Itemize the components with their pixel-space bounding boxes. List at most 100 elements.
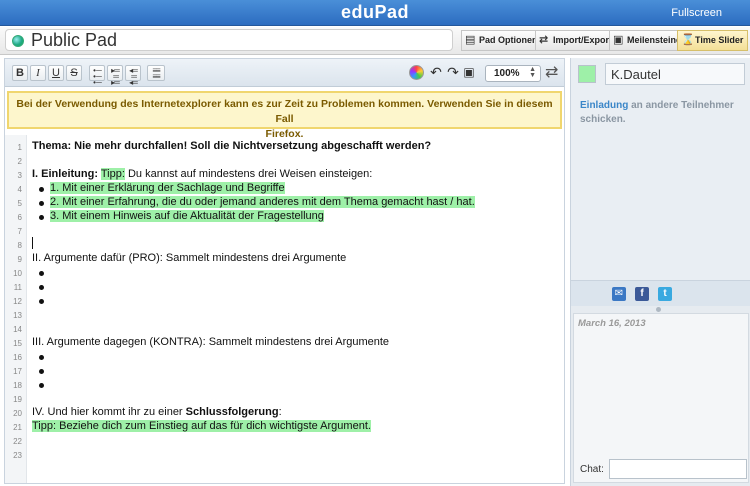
- line-number: 23: [13, 451, 22, 460]
- conclusion-tip: Tipp: Beziehe dich zum Einstieg auf das …: [32, 420, 371, 432]
- line-number: 3: [17, 171, 22, 180]
- pad-options-button[interactable]: ▤ Pad Optionen: [461, 30, 543, 51]
- zoom-select[interactable]: 100% ▲ ▼: [485, 65, 541, 82]
- time-slider-icon: ⌛: [681, 34, 695, 46]
- line-number: 7: [17, 227, 22, 236]
- line-number: 16: [13, 353, 22, 362]
- line-number: 11: [13, 283, 22, 292]
- italic-button[interactable]: I: [30, 65, 46, 81]
- conclusion-keyword: Schlussfolgerung: [185, 406, 279, 418]
- resize-handle[interactable]: [656, 307, 661, 312]
- conclusion-intro: IV. Und hier kommt ihr zu einer: [32, 406, 183, 418]
- list-item[interactable]: [32, 350, 50, 364]
- pad-options-label: Pad Optionen: [479, 35, 538, 45]
- line-number: 6: [17, 213, 22, 222]
- chat-panel: March 16, 2013 Chat:: [573, 313, 749, 483]
- bullet-icon: [39, 201, 44, 206]
- tip-highlight: Tipp:: [100, 168, 125, 180]
- chat-input[interactable]: [609, 459, 747, 479]
- line-number: 1: [17, 143, 22, 152]
- bullet-list-icon[interactable]: • ─ • ─ • ─: [89, 65, 105, 87]
- text-caret: [32, 237, 33, 249]
- strikethrough-button[interactable]: S: [66, 65, 82, 81]
- line-number: 15: [13, 339, 22, 348]
- bullet-icon: [39, 299, 44, 304]
- redo-icon[interactable]: ↷: [445, 65, 461, 81]
- line-number-gutter: 1 2 3 4 5 6 7 8 9 10 11 12 13 14 15 16 17 18 19 20 21 22 23: [5, 135, 27, 483]
- editor-line-15[interactable]: III. Argumente dagegen (KONTRA): Sammelt…: [32, 336, 389, 350]
- invite-link[interactable]: Einladung: [580, 100, 628, 111]
- editor-line-9[interactable]: II. Argumente dafür (PRO): Sammelt minde…: [32, 252, 346, 266]
- color-wheel-icon[interactable]: [409, 65, 424, 80]
- bullet-icon: [39, 369, 44, 374]
- list-item[interactable]: 2. Mit einer Erfahrung, die du oder jema…: [32, 196, 475, 210]
- line-number: 21: [13, 423, 22, 432]
- milestones-label: Meilensteine: [627, 35, 682, 45]
- line-number: 4: [17, 185, 22, 194]
- invite-text: Einladung an andere Teilnehmer schicken.: [580, 99, 745, 127]
- line-number: 5: [17, 199, 22, 208]
- list-item-text: 3. Mit einem Hinweis auf die Aktualität …: [50, 210, 324, 222]
- import-export-icon: ⇄: [539, 34, 549, 46]
- list-item[interactable]: 1. Mit einer Erklärung der Sachlage und …: [32, 182, 285, 196]
- chat-label: Chat:: [580, 464, 604, 475]
- save-icon: ▣: [613, 34, 624, 46]
- line-number: 12: [13, 297, 22, 306]
- username-field[interactable]: K.Dautel: [605, 63, 745, 85]
- time-slider-button[interactable]: ⌛ Time Slider: [677, 30, 749, 51]
- editor-content[interactable]: Thema: Nie mehr durchfallen! Soll die Ni…: [32, 135, 564, 483]
- list-item[interactable]: [32, 294, 50, 308]
- line-number: 14: [13, 325, 22, 334]
- email-icon[interactable]: ✉: [612, 287, 626, 301]
- bullet-icon: [39, 215, 44, 220]
- user-color-swatch[interactable]: [578, 65, 596, 83]
- time-slider-label: Time Slider: [695, 35, 744, 45]
- zoom-value: 100%: [494, 68, 520, 79]
- user-panel: K.Dautel Einladung an andere Teilnehmer …: [571, 58, 750, 280]
- bullet-icon: [39, 271, 44, 276]
- list-item[interactable]: [32, 364, 50, 378]
- fullscreen-link[interactable]: Fullscreen: [671, 7, 722, 19]
- line-number: 2: [17, 157, 22, 166]
- editor-line-1[interactable]: Thema: Nie mehr durchfallen! Soll die Ni…: [32, 140, 431, 154]
- format-toolbar: B I U S • ─ • ─ • ─ ▸═ ═ ▸═ ◂═ ═ ◂═ ≡≡ ≡≡ ↶ ↷…: [5, 59, 564, 87]
- list-item[interactable]: [32, 280, 50, 294]
- editor-line-20[interactable]: IV. Und hier kommt ihr zu einer Schlussf…: [32, 406, 282, 420]
- line-number: 17: [13, 367, 22, 376]
- underline-button[interactable]: U: [48, 65, 64, 81]
- save-icon[interactable]: ▣: [461, 65, 477, 81]
- editor-line-21[interactable]: Tipp: Beziehe dich zum Einstieg auf das …: [32, 420, 371, 434]
- pad-title-field: Public Pad: [5, 29, 453, 51]
- editor-panel: B I U S • ─ • ─ • ─ ▸═ ═ ▸═ ◂═ ═ ◂═ ≡≡ ≡≡ ↶ ↷…: [4, 58, 565, 484]
- readonly-icon[interactable]: ≡≡ ≡≡: [147, 65, 165, 81]
- twitter-icon[interactable]: t: [658, 287, 672, 301]
- bold-button[interactable]: B: [12, 65, 28, 81]
- list-item[interactable]: [32, 378, 50, 392]
- editor-line-3[interactable]: I. Einleitung: Tipp: Du kannst auf minde…: [32, 168, 372, 182]
- document-icon: ▤: [465, 34, 476, 46]
- outdent-icon[interactable]: ◂═ ═ ◂═: [125, 65, 141, 87]
- line-number: 20: [13, 409, 22, 418]
- list-item[interactable]: 3. Mit einem Hinweis auf die Aktualität …: [32, 210, 324, 224]
- share-bar: ✉ f t: [571, 280, 750, 306]
- indent-icon[interactable]: ▸═ ═ ▸═: [107, 65, 123, 87]
- facebook-icon[interactable]: f: [635, 287, 649, 301]
- intro-text: Du kannst auf mindestens drei Weisen ein…: [127, 168, 373, 180]
- app-header: eduPad Fullscreen: [0, 0, 750, 26]
- chat-date: March 16, 2013: [578, 318, 646, 329]
- line-number: 22: [13, 437, 22, 446]
- intro-heading: I. Einleitung:: [32, 168, 98, 180]
- conclusion-colon: :: [278, 406, 282, 418]
- pad-titlebar: Public Pad ▤ Pad Optionen ⇄ Import/Expor…: [0, 27, 750, 55]
- warning-banner: Bei der Verwendung des Internetexplorer …: [7, 91, 562, 140]
- undo-icon[interactable]: ↶: [428, 65, 444, 81]
- pad-title: Public Pad: [31, 30, 118, 50]
- import-export-label: Import/Export: [553, 35, 613, 45]
- import-export-button[interactable]: ⇄ Import/Export: [535, 30, 618, 51]
- toggle-sidebar-icon[interactable]: ⇄: [545, 62, 558, 82]
- list-item-text: 1. Mit einer Erklärung der Sachlage und …: [50, 182, 285, 194]
- bullet-icon: [39, 355, 44, 360]
- milestones-button[interactable]: ▣ Meilensteine: [609, 30, 687, 51]
- list-item[interactable]: [32, 266, 50, 280]
- warning-text-line1: Bei der Verwendung des Internetexplorer …: [16, 98, 553, 125]
